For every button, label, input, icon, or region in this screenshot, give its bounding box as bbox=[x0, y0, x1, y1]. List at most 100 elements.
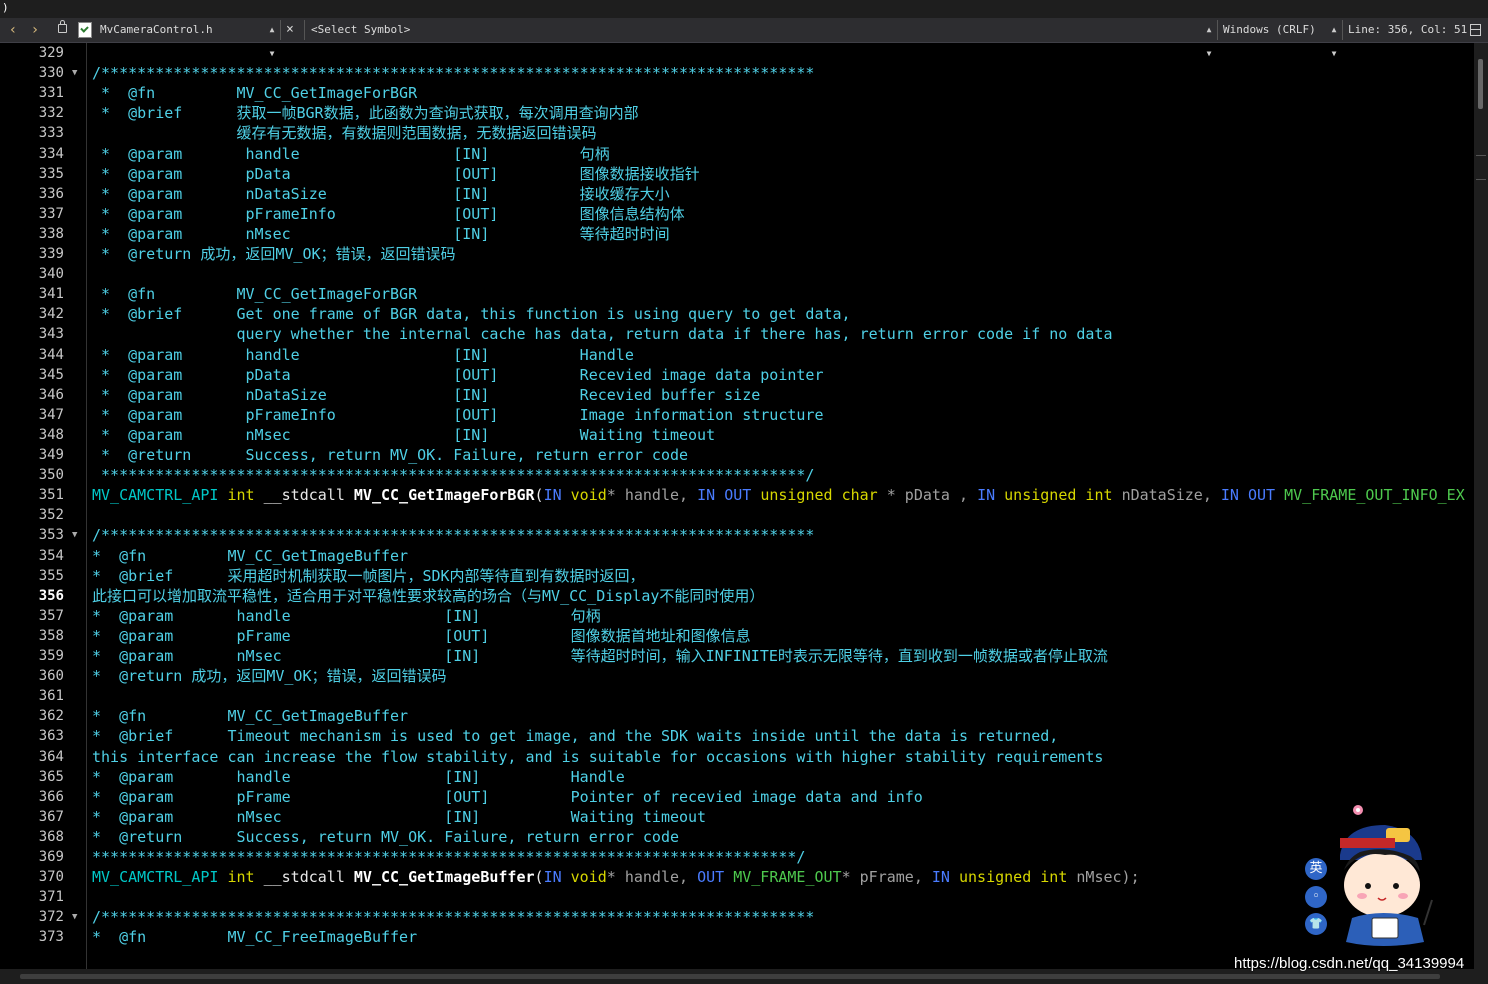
forward-arrow-icon[interactable]: › bbox=[28, 18, 42, 42]
code-line[interactable]: * @param nMsec [IN] Waiting timeout bbox=[92, 425, 715, 445]
line-number: 372 bbox=[38, 909, 64, 926]
line-number: 354 bbox=[38, 547, 64, 564]
code-line[interactable]: * @brief Get one frame of BGR data, this… bbox=[92, 304, 851, 324]
back-arrow-icon[interactable]: ‹ bbox=[6, 18, 20, 42]
code-line[interactable]: * @fn MV_CC_GetImageForBGR bbox=[92, 83, 417, 103]
code-line[interactable]: * @param pData [OUT] Recevied image data… bbox=[92, 365, 823, 385]
code-line[interactable]: * @brief 采用超时机制获取一帧图片，SDK内部等待直到有数据时返回， bbox=[92, 566, 645, 586]
scrollbar-thumb[interactable] bbox=[1478, 59, 1483, 109]
fold-toggle-icon[interactable]: ▼ bbox=[72, 63, 77, 83]
close-icon[interactable]: × bbox=[286, 18, 294, 42]
code-line[interactable]: * @return Success, return MV_OK. Failure… bbox=[92, 445, 688, 465]
code-line[interactable]: /***************************************… bbox=[92, 63, 814, 83]
code-token: MV_FRAME_OUT bbox=[733, 868, 842, 887]
line-ending-arrows-icon[interactable]: ▲ ▼ bbox=[1330, 18, 1338, 58]
code-line[interactable]: ****************************************… bbox=[92, 465, 814, 485]
code-line[interactable]: * @param handle [IN] Handle bbox=[92, 345, 634, 365]
code-line[interactable]: * @param nMsec [IN] Waiting timeout bbox=[92, 807, 706, 827]
code-token: * @brief Get one frame of BGR data, this… bbox=[92, 305, 851, 324]
code-line[interactable]: * @brief Timeout mechanism is used to ge… bbox=[92, 726, 1058, 746]
code-token: ( bbox=[534, 868, 544, 887]
code-token: nMsec); bbox=[1076, 868, 1140, 887]
scrollbar-marker bbox=[1476, 155, 1486, 156]
code-line[interactable]: * @param nDataSize [IN] 接收缓存大小 bbox=[92, 184, 670, 204]
code-token: * pFrame, bbox=[841, 868, 932, 887]
code-editor[interactable]: /***************************************… bbox=[92, 43, 1474, 969]
code-token: * @param nDataSize [IN] Recevied buffer … bbox=[92, 385, 761, 404]
code-line[interactable]: * @brief 获取一帧BGR数据，此函数为查询式获取，每次调用查询内部 bbox=[92, 103, 639, 123]
code-line[interactable]: * @param pFrameInfo [OUT] Image informat… bbox=[92, 405, 823, 425]
code-line[interactable]: * @return 成功，返回MV_OK；错误，返回错误码 bbox=[92, 244, 456, 264]
line-number: 331 bbox=[38, 85, 64, 102]
code-line[interactable]: * @fn MV_CC_FreeImageBuffer bbox=[92, 927, 417, 947]
code-line[interactable]: * @fn MV_CC_GetImageBuffer bbox=[92, 706, 408, 726]
code-token: IN bbox=[697, 486, 725, 505]
code-token: * @fn MV_CC_GetImageForBGR bbox=[92, 84, 418, 103]
horizontal-scrollbar-thumb[interactable] bbox=[20, 974, 1440, 979]
code-line[interactable]: * @param handle [IN] 句柄 bbox=[92, 606, 601, 626]
line-number: 333 bbox=[38, 125, 64, 142]
divider bbox=[280, 20, 281, 40]
line-ending-dropdown[interactable]: Windows (CRLF) bbox=[1223, 18, 1316, 42]
line-number: 366 bbox=[38, 788, 64, 805]
code-token: unsigned char bbox=[760, 486, 887, 505]
watermark: https://blog.csdn.net/qq_34139994 bbox=[1234, 955, 1465, 972]
code-line[interactable]: * @param nMsec [IN] 等待超时时间，输入INFINITE时表示… bbox=[92, 646, 1108, 666]
code-token: IN bbox=[543, 486, 571, 505]
divider bbox=[1217, 20, 1218, 40]
code-line[interactable]: * @param pFrameInfo [OUT] 图像信息结构体 bbox=[92, 204, 685, 224]
code-line[interactable]: 缓存有无数据，有数据则范围数据，无数据返回错误码 bbox=[92, 123, 596, 143]
code-line[interactable]: query whether the internal cache has dat… bbox=[92, 324, 1112, 344]
code-token: IN bbox=[543, 868, 571, 887]
code-token: OUT bbox=[1248, 486, 1285, 505]
lock-icon[interactable] bbox=[58, 20, 67, 33]
file-name-dropdown[interactable]: MvCameraControl.h bbox=[100, 18, 213, 42]
code-token: * @param pData [OUT] 图像数据接收指针 bbox=[92, 164, 700, 183]
code-line[interactable]: * @return 成功，返回MV_OK；错误，返回错误码 bbox=[92, 666, 447, 686]
code-line[interactable]: 此接口可以增加取流平稳性，适合用于对平稳性要求较高的场合（与MV_CC_Disp… bbox=[92, 586, 764, 606]
mascot-avatar-icon[interactable] bbox=[1300, 800, 1440, 950]
code-token: * @param pFrame [OUT] 图像数据首地址和图像信息 bbox=[92, 626, 751, 645]
code-line[interactable]: * @param pFrame [OUT] 图像数据首地址和图像信息 bbox=[92, 626, 751, 646]
fold-toggle-icon[interactable]: ▼ bbox=[72, 525, 77, 545]
code-line[interactable]: * @fn MV_CC_GetImageForBGR bbox=[92, 284, 417, 304]
code-token: * @brief 采用超时机制获取一帧图片，SDK内部等待直到有数据时返回， bbox=[92, 566, 645, 585]
code-line[interactable]: * @param handle [IN] Handle bbox=[92, 767, 625, 787]
symbol-dropdown-arrows-icon[interactable]: ▲ ▼ bbox=[1205, 18, 1213, 58]
code-token: * @param handle [IN] Handle bbox=[92, 767, 625, 786]
code-token: /***************************************… bbox=[92, 526, 815, 545]
code-line[interactable]: ****************************************… bbox=[92, 847, 805, 867]
symbol-dropdown[interactable]: <Select Symbol> bbox=[311, 18, 410, 42]
code-token: * handle, bbox=[606, 868, 698, 887]
code-line[interactable]: this interface can increase the flow sta… bbox=[92, 747, 1103, 767]
line-number: 362 bbox=[38, 708, 64, 725]
line-number: 368 bbox=[38, 828, 64, 845]
line-number: 332 bbox=[38, 105, 64, 122]
code-line[interactable]: MV_CAMCTRL_API int __stdcall MV_CC_GetIm… bbox=[92, 867, 1140, 887]
fold-toggle-icon[interactable]: ▼ bbox=[72, 907, 77, 927]
code-line[interactable]: * @param nDataSize [IN] Recevied buffer … bbox=[92, 385, 760, 405]
line-number: 358 bbox=[38, 627, 64, 644]
vertical-scrollbar[interactable] bbox=[1474, 43, 1488, 969]
code-line[interactable]: * @param pData [OUT] 图像数据接收指针 bbox=[92, 164, 700, 184]
file-check-icon bbox=[78, 22, 92, 38]
code-line[interactable]: MV_CAMCTRL_API int __stdcall MV_CC_GetIm… bbox=[92, 485, 1465, 505]
code-token: * handle, bbox=[606, 486, 698, 505]
code-line[interactable]: * @param handle [IN] 句柄 bbox=[92, 144, 610, 164]
line-number: 335 bbox=[38, 165, 64, 182]
line-number: 364 bbox=[38, 748, 64, 765]
line-number-gutter: 329 330 ▼ 331 332 333 334 335 336 337 338 339 340 341… bbox=[0, 43, 84, 969]
code-line[interactable]: /***************************************… bbox=[92, 525, 814, 545]
code-line[interactable]: * @return Success, return MV_OK. Failure… bbox=[92, 827, 679, 847]
line-number: 337 bbox=[38, 205, 64, 222]
line-number: 334 bbox=[38, 145, 64, 162]
code-token: ****************************************… bbox=[92, 848, 806, 866]
code-line[interactable]: * @param nMsec [IN] 等待超时时间 bbox=[92, 224, 670, 244]
line-number: 363 bbox=[38, 728, 64, 745]
code-line[interactable]: /***************************************… bbox=[92, 907, 814, 927]
code-line[interactable]: * @param pFrame [OUT] Pointer of recevie… bbox=[92, 787, 923, 807]
code-line[interactable]: * @fn MV_CC_GetImageBuffer bbox=[92, 546, 408, 566]
split-view-icon[interactable] bbox=[1470, 24, 1481, 36]
file-dropdown-arrows-icon[interactable]: ▲ ▼ bbox=[268, 18, 276, 58]
code-token: MV_CAMCTRL_API bbox=[92, 868, 228, 887]
